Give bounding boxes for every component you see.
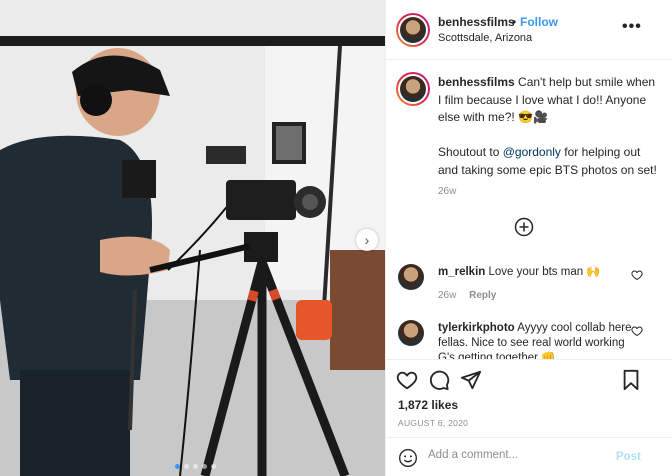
share-icon[interactable] <box>460 369 482 391</box>
author-avatar[interactable] <box>396 13 430 47</box>
carousel-dot <box>175 464 180 469</box>
post-side-panel: benhessfilms • Follow Scottsdale, Arizon… <box>385 0 672 476</box>
add-comment-bar: Post <box>386 437 672 476</box>
caption-username[interactable]: benhessfilms <box>438 75 515 89</box>
post-header: benhessfilms • Follow Scottsdale, Arizon… <box>386 0 672 60</box>
separator-dot: • <box>512 15 517 29</box>
add-circle-icon[interactable] <box>514 217 534 237</box>
likes-count[interactable]: 1,872 likes <box>398 398 458 412</box>
comment-body: Love your bts man 🙌 <box>488 266 601 278</box>
post-photo[interactable]: › <box>0 0 385 476</box>
chevron-right-icon: › <box>364 232 370 248</box>
caption-timestamp: 26w <box>438 186 457 197</box>
carousel-indicator <box>175 464 216 469</box>
instagram-post: › benhessfilms • Follow Scottsdale, Ariz… <box>0 0 672 476</box>
add-comment-input[interactable] <box>428 449 608 461</box>
heart-icon[interactable] <box>396 369 418 391</box>
reply-button[interactable]: Reply <box>469 290 496 301</box>
bookmark-icon[interactable] <box>620 369 642 391</box>
follow-button[interactable]: Follow <box>520 15 558 29</box>
comment-text: m_relkin Love your bts man 🙌 <box>438 265 638 280</box>
commenter-avatar[interactable] <box>398 320 424 346</box>
comment-timestamp: 26w <box>438 290 457 301</box>
post-date[interactable]: AUGUST 6, 2020 <box>398 418 468 428</box>
more-horizontal-icon[interactable]: ••• <box>622 18 642 36</box>
carousel-dot <box>184 464 189 469</box>
like-comment-heart-icon[interactable] <box>631 325 643 337</box>
caption-text: benhessfilms Can't help but smile when I… <box>438 74 658 179</box>
emoji-icon[interactable] <box>398 448 418 468</box>
caption-shoutout-prefix: Shoutout to <box>438 145 503 159</box>
actions-divider <box>386 359 672 360</box>
like-comment-heart-icon[interactable] <box>631 269 643 281</box>
carousel-dot <box>202 464 207 469</box>
author-username[interactable]: benhessfilms <box>438 15 515 29</box>
post-location[interactable]: Scottsdale, Arizona <box>438 32 532 44</box>
carousel-dot <box>193 464 198 469</box>
photo-illustration <box>0 0 385 476</box>
caption-author-avatar[interactable] <box>396 72 430 106</box>
carousel-dot <box>211 464 216 469</box>
post-comment-button[interactable]: Post <box>616 451 641 463</box>
mention-link[interactable]: @gordonly <box>503 145 561 159</box>
commenter-avatar[interactable] <box>398 264 424 290</box>
commenter-username[interactable]: tylerkirkphoto <box>438 322 515 334</box>
commenter-username[interactable]: m_relkin <box>438 266 485 278</box>
carousel-next-button[interactable]: › <box>356 229 378 251</box>
comment-icon[interactable] <box>428 369 450 391</box>
post-actions <box>386 366 672 394</box>
comment-text: tylerkirkphoto Ayyyy cool collab here fe… <box>438 321 638 359</box>
comment-meta: 26w Reply <box>438 290 496 301</box>
